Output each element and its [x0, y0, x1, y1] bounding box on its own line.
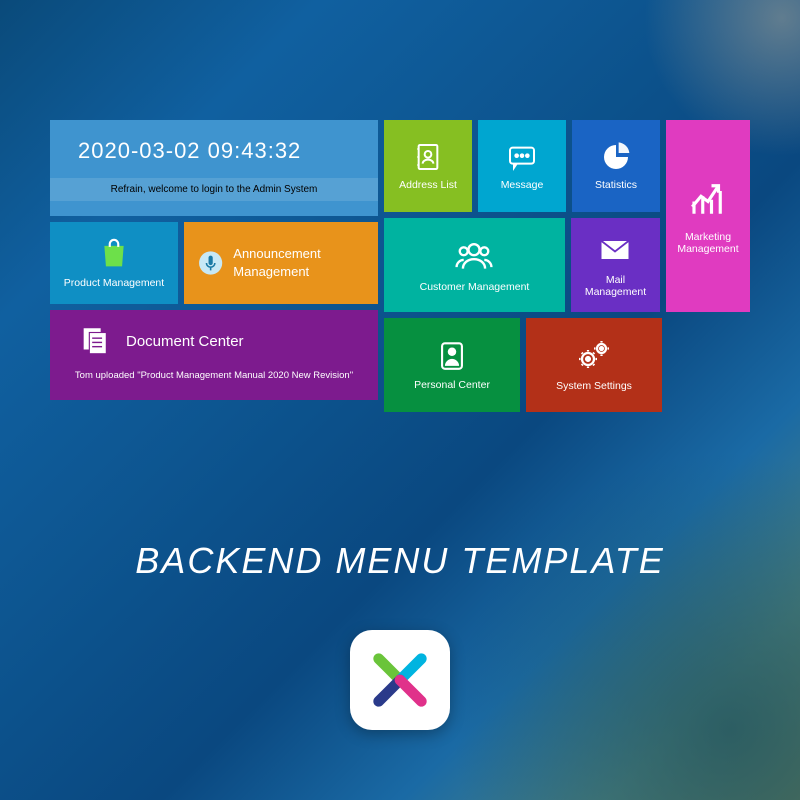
- pie-chart-icon: [600, 141, 632, 173]
- tile-label: Document Center: [126, 333, 244, 350]
- users-icon: [452, 237, 496, 275]
- dashboard-grid: 2020-03-02 09:43:32 Refrain, welcome to …: [50, 120, 750, 412]
- axure-logo: [350, 630, 450, 730]
- datetime-tile: 2020-03-02 09:43:32 Refrain, welcome to …: [50, 120, 378, 216]
- tile-label: Mail Management: [575, 274, 656, 298]
- shopping-bag-icon: [97, 237, 131, 271]
- tile-label: Announcement Management: [233, 245, 374, 281]
- tile-label: Statistics: [595, 179, 637, 191]
- marketing-management-tile[interactable]: Marketing Management: [666, 120, 750, 312]
- personal-center-tile[interactable]: Personal Center: [384, 318, 520, 412]
- message-icon: [506, 141, 538, 173]
- welcome-message: Refrain, welcome to login to the Admin S…: [50, 178, 378, 201]
- growth-chart-icon: [687, 177, 729, 219]
- datetime-text: 2020-03-02 09:43:32: [50, 120, 378, 178]
- left-row: Product Management Announcement Manageme…: [50, 222, 378, 304]
- right-main: Address List Message: [384, 120, 660, 312]
- message-tile[interactable]: Message: [478, 120, 566, 212]
- background-decoration: [450, 450, 800, 800]
- microphone-icon: [198, 248, 223, 278]
- tile-label: System Settings: [556, 380, 632, 392]
- right-top-row: Address List Message: [384, 120, 750, 312]
- envelope-icon: [597, 232, 633, 268]
- document-center-tile[interactable]: Document Center Tom uploaded "Product Ma…: [50, 310, 378, 400]
- address-book-icon: [412, 141, 444, 173]
- tile-label: Message: [501, 179, 544, 191]
- person-icon: [435, 339, 469, 373]
- tile-label: Product Management: [64, 277, 164, 289]
- x-logo-icon: [368, 648, 432, 712]
- product-management-tile[interactable]: Product Management: [50, 222, 178, 304]
- tile-label: Personal Center: [414, 379, 490, 391]
- tile-label: Address List: [399, 179, 457, 191]
- right-column: Address List Message: [384, 120, 750, 412]
- left-column: 2020-03-02 09:43:32 Refrain, welcome to …: [50, 120, 378, 412]
- system-settings-tile[interactable]: System Settings: [526, 318, 662, 412]
- tile-label: Marketing Management: [670, 231, 746, 255]
- doc-header: Document Center: [54, 314, 374, 366]
- statistics-tile[interactable]: Statistics: [572, 120, 660, 212]
- gears-icon: [574, 338, 614, 374]
- address-list-tile[interactable]: Address List: [384, 120, 472, 212]
- documents-icon: [78, 324, 112, 358]
- customer-management-tile[interactable]: Customer Management: [384, 218, 565, 312]
- document-subtext: Tom uploaded "Product Management Manual …: [54, 366, 374, 385]
- announcement-tile[interactable]: Announcement Management: [184, 222, 378, 304]
- page-title: BACKEND MENU TEMPLATE: [0, 540, 800, 582]
- mail-management-tile[interactable]: Mail Management: [571, 218, 660, 312]
- tile-label: Customer Management: [420, 281, 530, 293]
